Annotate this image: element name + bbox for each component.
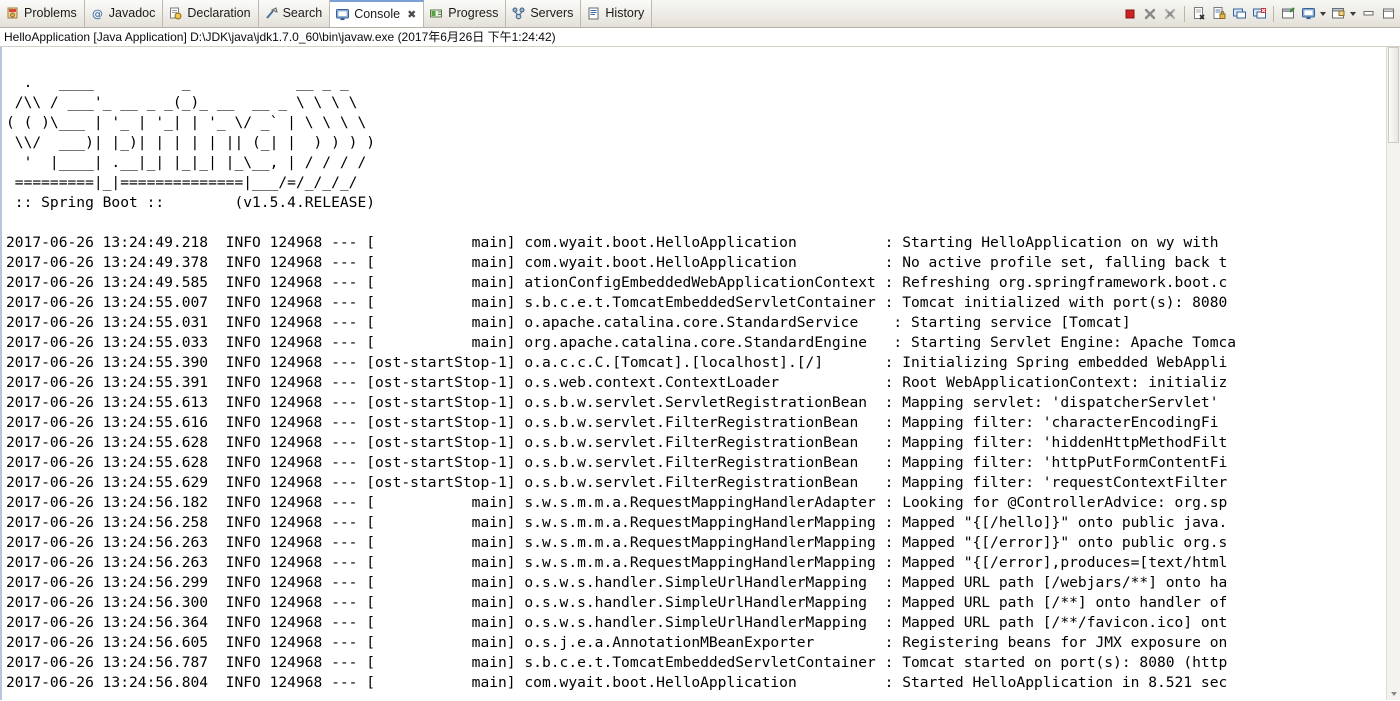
- tab-history[interactable]: History: [581, 0, 653, 27]
- tab-search[interactable]: Search: [258, 0, 331, 27]
- minimize-button[interactable]: [1358, 4, 1378, 24]
- history-icon: [586, 6, 601, 21]
- servers-icon: [511, 6, 526, 21]
- progress-icon: [429, 6, 444, 21]
- scrollbar-thumb[interactable]: [1388, 47, 1399, 143]
- tab-console[interactable]: Console ✖: [330, 0, 425, 27]
- open-console-button[interactable]: [1328, 4, 1348, 24]
- tab-problems-label: Problems: [24, 6, 77, 21]
- tab-search-label: Search: [282, 6, 323, 21]
- console-log-lines: 2017-06-26 13:24:49.218 INFO 124968 --- …: [6, 234, 1237, 691]
- console-view: . ____ _ __ _ _ /\\ / ___'_ __ _ _(_)_ _…: [0, 47, 1400, 700]
- display-selected-console-button[interactable]: [1298, 4, 1318, 24]
- remove-all-terminated-button[interactable]: [1160, 4, 1180, 24]
- svg-text:@: @: [92, 8, 103, 21]
- maximize-button[interactable]: [1378, 4, 1398, 24]
- tab-history-label: History: [605, 6, 645, 21]
- scroll-lock-button[interactable]: [1209, 4, 1229, 24]
- show-console-on-error-button[interactable]: [1249, 4, 1269, 24]
- remove-launch-button[interactable]: [1140, 4, 1160, 24]
- show-console-on-output-button[interactable]: [1229, 4, 1249, 24]
- toolbar-separator: [1184, 5, 1185, 22]
- vertical-scrollbar[interactable]: [1386, 47, 1400, 700]
- javadoc-icon: @: [90, 6, 105, 21]
- tab-javadoc[interactable]: @ Javadoc: [84, 0, 164, 27]
- tab-servers[interactable]: Servers: [506, 0, 582, 27]
- view-tab-bar: Problems @ Javadoc Declaration Search Co…: [0, 0, 1400, 28]
- tab-declaration-label: Declaration: [187, 6, 251, 21]
- toolbar-separator-2: [1273, 5, 1274, 22]
- tab-javadoc-label: Javadoc: [108, 6, 156, 21]
- tab-problems[interactable]: Problems: [0, 0, 85, 27]
- spring-boot-banner: . ____ _ __ _ _ /\\ / ___'_ __ _ _(_)_ _…: [6, 74, 376, 211]
- close-icon[interactable]: ✖: [407, 8, 416, 21]
- pin-console-button[interactable]: [1278, 4, 1298, 24]
- terminate-button[interactable]: [1120, 4, 1140, 24]
- tab-progress[interactable]: Progress: [424, 0, 507, 27]
- declaration-icon: [168, 6, 183, 21]
- console-launch-title: HelloApplication [Java Application] D:\J…: [0, 28, 1400, 47]
- console-icon: [335, 7, 350, 22]
- problems-icon: [5, 6, 20, 21]
- search-icon: [264, 6, 279, 21]
- chevron-down-icon[interactable]: [1318, 4, 1328, 24]
- console-text: . ____ _ __ _ _ /\\ / ___'_ __ _ _(_)_ _…: [2, 47, 1386, 693]
- clear-console-button[interactable]: [1189, 4, 1209, 24]
- tab-declaration[interactable]: Declaration: [163, 0, 259, 27]
- console-output-area[interactable]: . ____ _ __ _ _ /\\ / ___'_ __ _ _(_)_ _…: [2, 47, 1386, 700]
- tab-progress-label: Progress: [448, 6, 499, 21]
- chevron-down-icon-2[interactable]: [1348, 4, 1358, 24]
- scroll-down-arrow-icon[interactable]: [1387, 687, 1400, 700]
- tab-servers-label: Servers: [530, 6, 574, 21]
- console-toolbar: [1120, 0, 1400, 27]
- tab-list: Problems @ Javadoc Declaration Search Co…: [0, 0, 653, 27]
- tab-console-label: Console: [354, 7, 401, 22]
